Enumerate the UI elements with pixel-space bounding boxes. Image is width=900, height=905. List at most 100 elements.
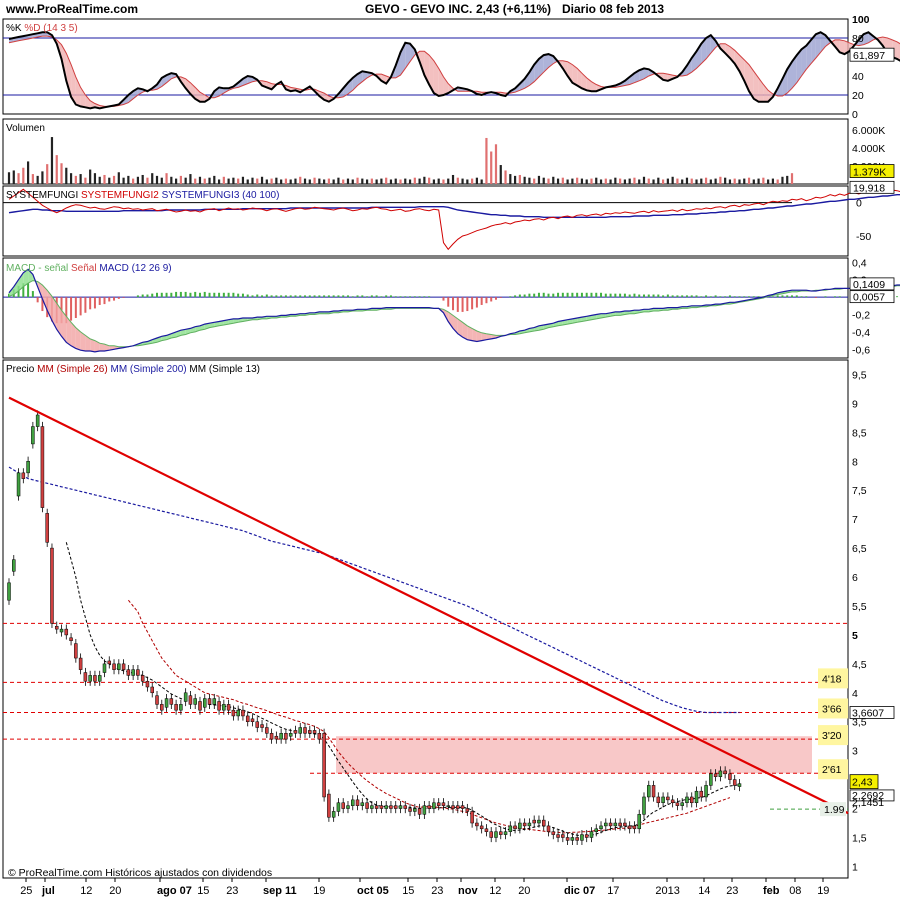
x-tick-label: 12 bbox=[80, 885, 92, 897]
candle-body bbox=[499, 831, 503, 835]
macd-histogram-bar bbox=[681, 295, 684, 298]
candle-body bbox=[527, 822, 532, 827]
volume-bar bbox=[724, 177, 727, 184]
candle-body bbox=[627, 825, 632, 830]
candle-body bbox=[179, 704, 183, 711]
volume-bar bbox=[442, 179, 445, 184]
macd-histogram-bar bbox=[351, 296, 354, 298]
volume-bar bbox=[504, 170, 507, 184]
volume-bar bbox=[146, 177, 149, 184]
volume-bar bbox=[790, 173, 794, 184]
volume-bar bbox=[17, 173, 20, 184]
candle-body bbox=[188, 695, 193, 705]
candle-body bbox=[408, 808, 412, 812]
chart-period: Diario 08 feb 2013 bbox=[562, 2, 664, 16]
macd-histogram-bar bbox=[227, 292, 230, 298]
macd-histogram-bar bbox=[600, 292, 603, 298]
macd-histogram-bar bbox=[31, 291, 34, 298]
volume-bar bbox=[175, 178, 178, 184]
macd-histogram-bar bbox=[294, 295, 297, 298]
macd-histogram-bar bbox=[623, 293, 626, 298]
volume-bar bbox=[743, 178, 746, 184]
chart-title: GEVO - GEVO INC. bbox=[365, 2, 472, 16]
volume-bar bbox=[475, 177, 478, 184]
level-label: 1.99 bbox=[824, 804, 845, 816]
macd-histogram-bar bbox=[93, 297, 96, 309]
macd-histogram-bar bbox=[122, 297, 125, 298]
volume-bar bbox=[690, 178, 693, 184]
volume-bar bbox=[375, 179, 378, 184]
macd-histogram-bar bbox=[666, 294, 669, 298]
volume-bar bbox=[217, 179, 221, 184]
volume-bar bbox=[132, 178, 135, 184]
candle-body bbox=[174, 704, 178, 711]
candle-body bbox=[331, 811, 336, 818]
macd-histogram-bar bbox=[728, 295, 731, 298]
x-tick-label: ago 07 bbox=[157, 885, 192, 897]
macd-histogram-bar bbox=[690, 295, 693, 298]
candle-body bbox=[570, 837, 575, 841]
macd-histogram-bar bbox=[218, 292, 221, 298]
macd-histogram-bar bbox=[456, 297, 459, 312]
macd-histogram-bar bbox=[108, 297, 111, 302]
macd-histogram-bar bbox=[833, 296, 836, 298]
volume-legend: Volumen bbox=[6, 123, 45, 134]
macd-histogram-bar bbox=[757, 296, 760, 298]
candle-body bbox=[541, 819, 546, 827]
candle-body bbox=[441, 802, 446, 806]
volume-bar bbox=[394, 178, 397, 184]
candle-body bbox=[102, 663, 107, 673]
candle-body bbox=[508, 825, 513, 832]
macd-histogram-bar bbox=[103, 297, 106, 305]
candle-body bbox=[556, 834, 560, 838]
volume-bar bbox=[485, 137, 488, 184]
volume-bar bbox=[747, 177, 751, 184]
candle-body bbox=[341, 802, 345, 809]
macd-histogram-bar bbox=[332, 295, 335, 298]
candle-body bbox=[532, 819, 536, 824]
candle-body bbox=[647, 785, 651, 798]
macd-histogram-bar bbox=[289, 295, 292, 298]
macd-histogram-bar bbox=[189, 292, 192, 298]
candle-body bbox=[288, 733, 293, 737]
volume-bar bbox=[41, 171, 44, 184]
macd-histogram-bar bbox=[385, 295, 388, 298]
candle-body bbox=[398, 805, 403, 809]
volume-bar bbox=[222, 176, 225, 184]
candle-body bbox=[689, 796, 694, 804]
macd-histogram-bar bbox=[528, 293, 531, 298]
macd-histogram-bar bbox=[709, 296, 712, 298]
candle-body bbox=[126, 669, 131, 676]
volume-bar bbox=[160, 177, 163, 184]
site-name: www.ProRealTime.com bbox=[5, 2, 138, 16]
macd-histogram-bar bbox=[98, 297, 101, 305]
candle-body bbox=[226, 704, 231, 711]
candle-body bbox=[284, 733, 288, 740]
macd-histogram-bar bbox=[805, 296, 808, 298]
macd-histogram-bar bbox=[394, 296, 397, 298]
macd-histogram-bar bbox=[146, 294, 149, 298]
candle-body bbox=[432, 802, 436, 809]
macd-histogram-bar bbox=[160, 292, 163, 298]
candle-body bbox=[212, 698, 217, 705]
volume-bar bbox=[294, 178, 297, 184]
macd-histogram-bar bbox=[791, 295, 793, 298]
volume-bar bbox=[22, 167, 25, 184]
macd-histogram-bar bbox=[413, 296, 416, 298]
macd-histogram-bar bbox=[652, 294, 655, 298]
macd-histogram-bar bbox=[719, 296, 722, 298]
volume-bar bbox=[399, 179, 402, 184]
candle-body bbox=[546, 825, 551, 832]
macd-histogram-bar bbox=[533, 293, 536, 298]
macd-histogram-bar bbox=[733, 296, 736, 298]
candle-body bbox=[54, 625, 59, 630]
candle-body bbox=[718, 770, 723, 777]
macd-histogram-bar bbox=[447, 297, 450, 307]
volume-bar bbox=[471, 178, 474, 184]
macd-histogram-bar bbox=[490, 297, 493, 302]
volume-bar bbox=[361, 178, 364, 184]
volume-bar bbox=[246, 179, 249, 184]
volume-bar bbox=[308, 179, 311, 184]
macd-histogram-bar bbox=[284, 295, 287, 298]
candle-body bbox=[589, 831, 594, 838]
